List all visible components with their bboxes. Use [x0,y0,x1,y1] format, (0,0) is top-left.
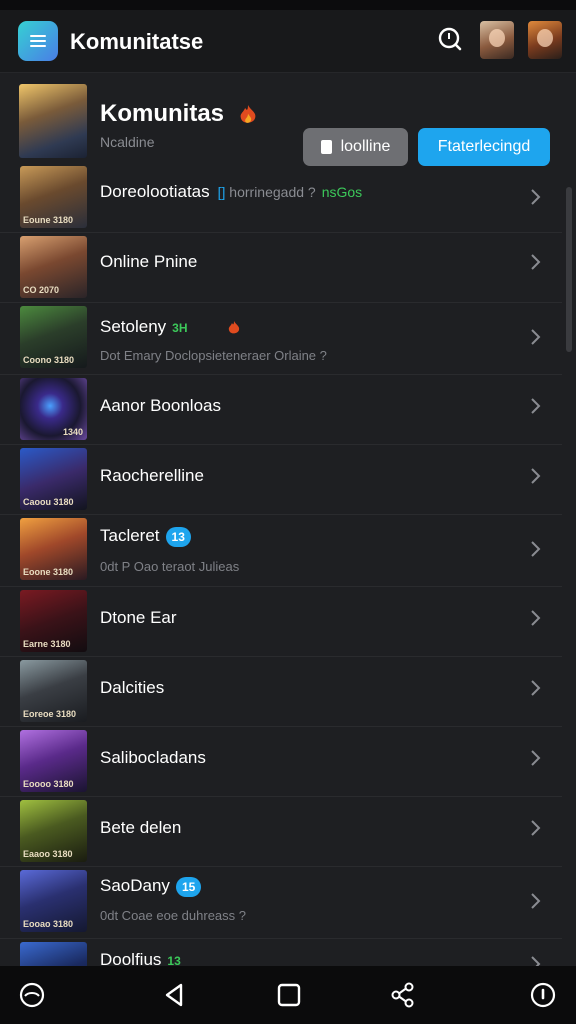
community-thumbnail [20,942,87,966]
chevron-right-icon [531,680,541,696]
chevron-right-icon [531,468,541,484]
square-icon [320,140,332,154]
list-item[interactable]: Eoreoe 3180 Dalcities [0,656,562,727]
list-item-title: Tacleret 13 [100,526,191,547]
list-item-hint: horrinegadd ? [229,184,316,200]
list-item-title: Online Pnine [100,252,198,271]
thumbnail-tag: Eoooo 3180 [23,779,74,789]
status-bar [0,0,576,10]
list-item[interactable]: Eoune 3180 Doreolootiatas[] horrinegadd … [0,162,562,233]
compass-icon[interactable] [528,980,558,1010]
list-item[interactable]: Eoooo 3180 Salibocladans [0,726,562,797]
community-thumbnail: Eoone 3180 [20,518,87,580]
community-thumbnail: Eoune 3180 [20,166,87,228]
list-item-title: SaoDany 15 [100,876,202,897]
community-thumbnail: Eoooo 3180 [20,730,87,792]
primary-button[interactable]: Ftaterlecingd [418,128,550,166]
scrollbar[interactable] [566,187,572,352]
back-icon[interactable] [160,980,190,1010]
count-badge: 13 [165,526,191,547]
list-item[interactable]: Coono 3180 Setoleny 3H Dot Emary Doclopsi… [0,302,562,375]
chevron-right-icon [531,750,541,766]
secondary-button-label: loolline [340,138,391,155]
list-item-title: Salibocladans [100,748,206,767]
community-thumbnail: Earne 3180 [20,590,87,652]
community-thumbnail: Eoreoe 3180 [20,660,87,722]
app-title: Komunitatse [70,29,204,54]
community-thumbnail: Eaaoo 3180 [20,800,87,862]
community-banner-image [19,84,87,158]
community-thumbnail: Caoou 3180 [20,448,87,510]
list-item-title: Doolfius 13 [100,950,181,966]
secondary-button[interactable]: loolline [303,128,408,166]
thumbnail-tag: 1340 [62,427,83,437]
list-item[interactable]: Doolfius 13 [0,938,562,966]
thumbnail-tag: Earne 3180 [23,639,71,649]
list-item[interactable]: Caoou 3180 Raocherelline [0,444,562,515]
community-list: Komunitas Ncaldine loolline Ftaterlecing… [0,72,576,966]
thumbnail-tag: Coono 3180 [23,355,75,365]
app-bar: Komunitatse [0,10,576,73]
community-subtitle: Ncaldine [100,134,155,150]
chevron-right-icon [531,956,541,966]
list-item[interactable]: Eooao 3180 SaoDany 15 0dt Coae eoe duhrea… [0,866,562,939]
home-square-icon[interactable] [274,980,304,1010]
community-title: Komunitas [100,100,257,128]
search-icon[interactable] [434,24,466,56]
chevron-right-icon [531,254,541,270]
thumbnail-tag: Eooao 3180 [23,919,74,929]
thumbnail-tag: CO 2070 [23,285,60,295]
thumbnail-tag: Eoreoe 3180 [23,709,77,719]
list-item-title: Dalcities [100,678,165,697]
list-item[interactable]: Eaaoo 3180 Bete delen [0,796,562,867]
avatar[interactable] [480,21,514,59]
list-item-title: Raocherelline [100,466,204,485]
chevron-right-icon [531,329,541,345]
status-badge: nsGos [321,184,363,200]
thumbnail-tag: Eoune 3180 [23,215,74,225]
list-item-title: Dtone Ear [100,608,177,627]
thumbnail-tag: Caoou 3180 [23,497,74,507]
list-item[interactable]: 1340 Aanor Boonloas [0,374,562,445]
hamburger-icon [30,35,46,47]
list-item-subtitle: 0dt P Oao teraot Julieas [100,559,240,574]
community-thumbnail: Eooao 3180 [20,870,87,932]
menu-button[interactable] [18,21,58,61]
community-thumbnail: CO 2070 [20,236,87,298]
thumbnail-tag: Eoone 3180 [23,567,74,577]
thumbnail-tag: Eaaoo 3180 [23,849,73,859]
list-item[interactable]: Earne 3180 Dtone Ear [0,586,562,657]
chevron-right-icon [531,893,541,909]
fire-icon [240,104,256,123]
fire-icon [229,320,240,333]
list-item-subtitle: Dot Emary Doclopsieteneraer Orlaine ? [100,348,327,363]
list-item-title: Bete delen [100,818,182,837]
status-badge: 13 [167,953,181,966]
avatar[interactable] [528,21,562,59]
list-item[interactable]: Eoone 3180 Tacleret 13 0dt P Oao teraot J… [0,514,562,587]
list-item-title: Setoleny 3H [100,317,240,337]
count-badge: 15 [175,876,202,897]
gamepad-icon[interactable] [17,980,47,1010]
community-header: Komunitas Ncaldine loolline Ftaterlecing… [0,72,576,166]
status-badge: 3H [172,320,188,335]
list-item[interactable]: CO 2070 Online Pnine [0,232,562,303]
bottom-nav-bar [0,966,576,1024]
list-item-title: Aanor Boonloas [100,396,221,415]
community-thumbnail: 1340 [20,378,87,440]
community-thumbnail: Coono 3180 [20,306,87,368]
chevron-right-icon [531,610,541,626]
share-icon[interactable] [388,980,418,1010]
chevron-right-icon [531,541,541,557]
chevron-right-icon [531,189,541,205]
list-item-subtitle: 0dt Coae eoe duhreass ? [100,908,246,923]
chevron-right-icon [531,820,541,836]
chevron-right-icon [531,398,541,414]
bracket-icon: [] [217,184,226,200]
list-item-title: Doreolootiatas[] horrinegadd ? nsGos [100,182,363,201]
